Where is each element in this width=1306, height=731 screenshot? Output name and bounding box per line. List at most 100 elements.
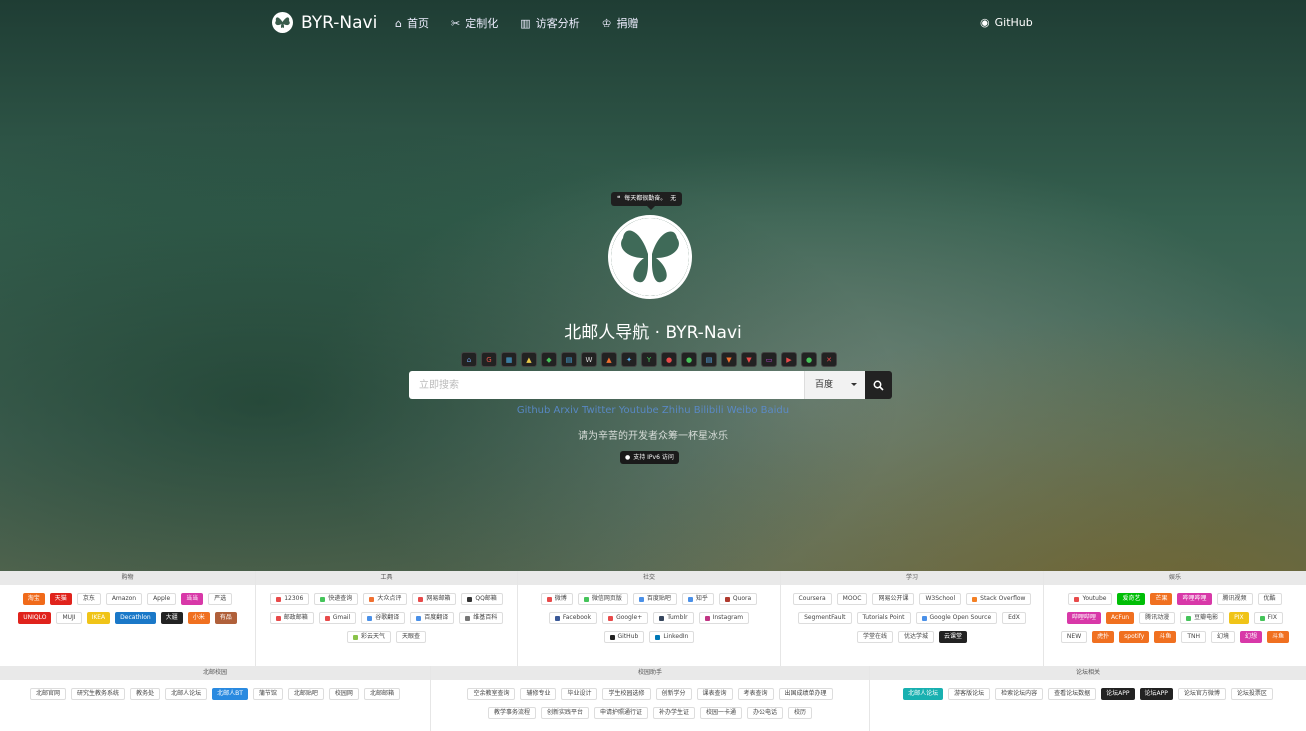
site-link-chip[interactable]: Coursera bbox=[792, 593, 832, 605]
site-link-chip[interactable]: 微博 bbox=[540, 593, 573, 605]
engine-shortcut-icon[interactable]: ✦ bbox=[621, 352, 637, 367]
site-link-chip[interactable]: MOOC bbox=[836, 593, 868, 605]
site-link-chip[interactable]: Tumblr bbox=[653, 612, 694, 624]
site-link-chip[interactable]: IKEA bbox=[86, 612, 111, 624]
site-link-chip[interactable]: 腾讯视频 bbox=[1216, 593, 1253, 605]
site-link-chip[interactable]: 考表查询 bbox=[737, 688, 774, 700]
engine-shortcut-icon[interactable]: G bbox=[481, 352, 497, 367]
site-link-chip[interactable]: 严选 bbox=[208, 593, 233, 605]
site-link-chip[interactable]: Amazon bbox=[105, 593, 143, 605]
site-link-chip[interactable]: 游客版论坛 bbox=[948, 688, 991, 700]
site-link-chip[interactable]: PIX bbox=[1229, 612, 1249, 624]
engine-shortcut-icon[interactable]: ✕ bbox=[821, 352, 837, 367]
site-link-chip[interactable]: AcFun bbox=[1106, 612, 1135, 624]
site-link-chip[interactable]: 北邮人论坛 bbox=[165, 688, 208, 700]
site-link-chip[interactable]: 课表查询 bbox=[696, 688, 733, 700]
engine-shortcut-icon[interactable]: ▶ bbox=[781, 352, 797, 367]
site-link-chip[interactable]: Decathlon bbox=[115, 612, 156, 624]
site-link-chip[interactable]: 北邮人论坛 bbox=[903, 688, 944, 700]
engine-select[interactable]: 百度 bbox=[804, 371, 865, 399]
site-link-chip[interactable]: 学生校园选修 bbox=[602, 688, 651, 700]
engine-shortcut-icon[interactable]: ▼ bbox=[741, 352, 757, 367]
site-link-chip[interactable]: FIX bbox=[1253, 612, 1283, 624]
engine-shortcut-icon[interactable]: ⌂ bbox=[461, 352, 477, 367]
site-link-chip[interactable]: 天猫 bbox=[49, 593, 72, 605]
site-link-chip[interactable]: Instagram bbox=[698, 612, 750, 624]
site-link-chip[interactable]: 淘宝 bbox=[22, 593, 45, 605]
site-link-chip[interactable]: 创新学分 bbox=[655, 688, 692, 700]
site-link-chip[interactable]: 北邮邮箱 bbox=[363, 688, 400, 700]
nav-link-0[interactable]: ⌂ 首页 bbox=[395, 15, 429, 31]
site-link-chip[interactable]: 斗鱼 bbox=[1154, 631, 1177, 643]
engine-shortcut-icon[interactable]: ▼ bbox=[721, 352, 737, 367]
site-link-chip[interactable]: 教学事务流程 bbox=[487, 707, 536, 719]
site-link-chip[interactable]: 大疆 bbox=[160, 612, 183, 624]
site-link-chip[interactable]: SegmentFault bbox=[798, 612, 852, 624]
site-link-chip[interactable]: 优达学城 bbox=[897, 631, 934, 643]
engine-shortcut-icon[interactable]: Y bbox=[641, 352, 657, 367]
site-link-chip[interactable]: 北邮官网 bbox=[30, 688, 67, 700]
site-link-chip[interactable]: spotify bbox=[1119, 631, 1150, 643]
site-link-chip[interactable]: 校园网 bbox=[328, 688, 359, 700]
site-link-chip[interactable]: Tutorials Point bbox=[856, 612, 911, 624]
site-link-chip[interactable]: W3School bbox=[919, 593, 962, 605]
site-link-chip[interactable]: 创新实践平台 bbox=[540, 707, 589, 719]
engine-shortcut-icon[interactable]: ▤ bbox=[701, 352, 717, 367]
site-link-chip[interactable]: Youtube bbox=[1068, 593, 1113, 605]
site-link-chip[interactable]: 虎扑 bbox=[1092, 631, 1115, 643]
search-button[interactable] bbox=[865, 371, 892, 399]
site-link-chip[interactable]: 哔哩哔哩 bbox=[1067, 612, 1102, 624]
engine-shortcut-icon[interactable]: ▲ bbox=[521, 352, 537, 367]
brand[interactable]: BYR-Navi bbox=[272, 12, 377, 33]
site-link-chip[interactable]: 北邮人BT bbox=[212, 688, 248, 700]
site-link-chip[interactable]: Google+ bbox=[602, 612, 649, 624]
site-link-chip[interactable]: 教务处 bbox=[130, 688, 161, 700]
site-link-chip[interactable]: 哔哩哔哩 bbox=[1177, 593, 1212, 605]
site-link-chip[interactable]: 研究生教务系统 bbox=[71, 688, 126, 700]
site-link-chip[interactable]: 12306 bbox=[270, 593, 310, 605]
site-link-chip[interactable]: 办公电话 bbox=[747, 707, 784, 719]
engine-shortcut-icon[interactable]: W bbox=[581, 352, 597, 367]
site-link-chip[interactable]: 百度贴吧 bbox=[632, 593, 677, 605]
engine-shortcut-icon[interactable]: ▲ bbox=[601, 352, 617, 367]
site-link-chip[interactable]: 大众点评 bbox=[363, 593, 408, 605]
site-link-chip[interactable]: 论坛官方微博 bbox=[1177, 688, 1226, 700]
site-link-chip[interactable]: Stack Overflow bbox=[966, 593, 1032, 605]
site-link-chip[interactable]: 有品 bbox=[214, 612, 237, 624]
site-link-chip[interactable]: Gmail bbox=[318, 612, 357, 624]
site-link-chip[interactable]: 毕业设计 bbox=[561, 688, 598, 700]
site-link-chip[interactable]: 查看论坛数据 bbox=[1048, 688, 1097, 700]
site-link-chip[interactable]: EdX bbox=[1002, 612, 1026, 624]
site-link-chip[interactable]: 快递查询 bbox=[314, 593, 359, 605]
site-link-chip[interactable]: 彩云天气 bbox=[346, 631, 391, 643]
site-link-chip[interactable]: 论坛投票区 bbox=[1230, 688, 1273, 700]
site-link-chip[interactable]: 申请护照通行证 bbox=[593, 707, 648, 719]
site-link-chip[interactable]: 小米 bbox=[187, 612, 210, 624]
site-link-chip[interactable]: 云课堂 bbox=[939, 631, 968, 643]
site-link-chip[interactable]: Google Open Source bbox=[915, 612, 998, 624]
site-link-chip[interactable]: 检索论坛内容 bbox=[995, 688, 1044, 700]
site-link-chip[interactable]: 芒果 bbox=[1150, 593, 1173, 605]
nav-link-2[interactable]: ▥ 访客分析 bbox=[520, 15, 579, 31]
site-link-chip[interactable]: Quora bbox=[718, 593, 758, 605]
nav-link-3[interactable]: ♔ 捐赠 bbox=[602, 15, 639, 31]
site-link-chip[interactable]: 谷歌翻译 bbox=[361, 612, 406, 624]
site-link-chip[interactable]: QQ邮箱 bbox=[461, 593, 503, 605]
site-link-chip[interactable]: 校历 bbox=[788, 707, 813, 719]
site-link-chip[interactable]: GitHub bbox=[603, 631, 645, 643]
site-link-chip[interactable]: 维基百科 bbox=[459, 612, 504, 624]
site-link-chip[interactable]: UNIQLO bbox=[18, 612, 52, 624]
site-link-chip[interactable]: LinkedIn bbox=[649, 631, 695, 643]
site-link-chip[interactable]: 校园一卡通 bbox=[700, 707, 743, 719]
engine-shortcut-icon[interactable]: ● bbox=[681, 352, 697, 367]
site-link-chip[interactable]: Facebook bbox=[548, 612, 598, 624]
site-link-chip[interactable]: 微信网页版 bbox=[577, 593, 628, 605]
site-link-chip[interactable]: 京东 bbox=[76, 593, 101, 605]
engine-shortcut-icon[interactable]: ▤ bbox=[561, 352, 577, 367]
site-link-chip[interactable]: 论坛APP bbox=[1101, 688, 1135, 700]
site-link-chip[interactable]: 出国成绩单办理 bbox=[778, 688, 833, 700]
site-link-chip[interactable]: 优酷 bbox=[1257, 593, 1282, 605]
site-link-chip[interactable]: 豆瓣电影 bbox=[1180, 612, 1225, 624]
search-input[interactable] bbox=[409, 371, 804, 399]
site-link-chip[interactable]: 百度翻译 bbox=[410, 612, 455, 624]
